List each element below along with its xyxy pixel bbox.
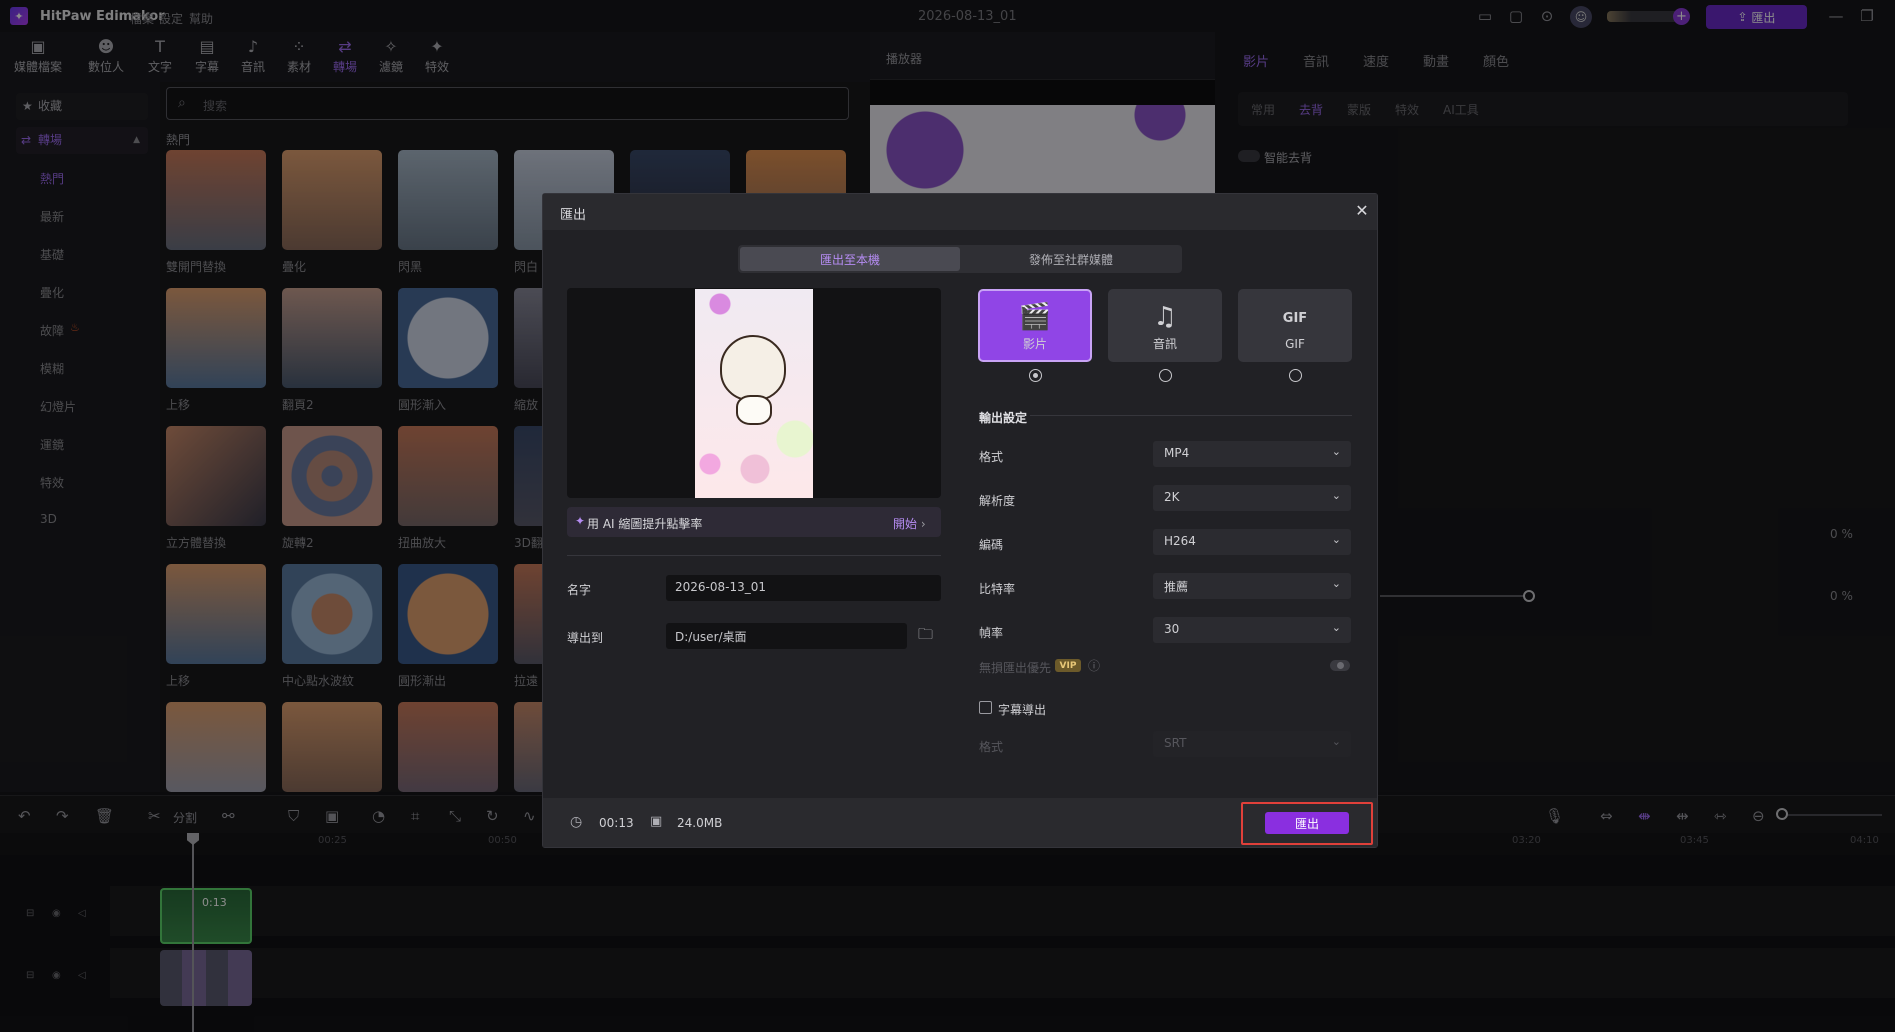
- select-value: H264: [1164, 534, 1196, 548]
- subtitle-export-checkbox[interactable]: [979, 701, 992, 714]
- cat-character-image: [720, 335, 786, 401]
- dialog-title: 匯出: [560, 208, 587, 223]
- select-value: SRT: [1164, 736, 1187, 750]
- sparkle-icon: ✦: [575, 514, 586, 528]
- format-label: GIF: [1285, 336, 1305, 351]
- tab-export-local[interactable]: 匯出至本機: [740, 247, 960, 271]
- export-button[interactable]: 匯出: [1265, 812, 1349, 834]
- format-label: 音訊: [1152, 337, 1177, 351]
- ai-start-link[interactable]: 開始 ›: [893, 515, 926, 532]
- export-duration: 00:13: [599, 816, 634, 830]
- format-card-audio[interactable]: ♫ 音訊: [1108, 289, 1222, 362]
- resolution-select[interactable]: 2K ⌄: [1153, 485, 1351, 511]
- video-icon: 🎬: [1018, 302, 1052, 332]
- setting-label: 幀率: [979, 626, 1004, 640]
- folder-icon[interactable]: 🗀: [918, 624, 933, 649]
- export-path-input[interactable]: D:/user/桌面: [666, 623, 907, 649]
- ai-thumbnail-text: 用 AI 縮圖提升點擊率: [587, 517, 703, 531]
- gif-icon: GIF: [1282, 310, 1308, 326]
- radio-audio[interactable]: [1159, 369, 1172, 382]
- toggle-knob: [1337, 662, 1344, 669]
- ai-start-label: 開始: [893, 517, 918, 531]
- subtitle-format-label: 格式: [979, 740, 1004, 754]
- radio-gif[interactable]: [1289, 369, 1302, 382]
- framerate-select[interactable]: 30 ⌄: [1153, 617, 1351, 643]
- vip-badge: VIP: [1055, 659, 1081, 672]
- setting-label: 解析度: [979, 494, 1016, 508]
- chevron-down-icon: ⌄: [1331, 621, 1341, 634]
- close-icon[interactable]: ✕: [1352, 200, 1372, 220]
- lossless-label: 無損匯出優先: [979, 661, 1052, 675]
- dialog-header: [543, 194, 1377, 230]
- setting-label: 格式: [979, 450, 1004, 464]
- setting-label: 比特率: [979, 582, 1016, 596]
- divider: [567, 555, 941, 556]
- export-path-label: 導出到: [567, 631, 604, 645]
- select-value: 2K: [1164, 490, 1180, 504]
- format-select[interactable]: MP4 ⌄: [1153, 441, 1351, 467]
- select-value: 30: [1164, 622, 1180, 636]
- file-size-icon: ▣: [650, 814, 663, 829]
- clock-icon: ◷: [570, 814, 583, 830]
- chevron-down-icon: ⌄: [1331, 489, 1341, 502]
- format-label: 影片: [1022, 337, 1047, 351]
- chevron-down-icon: ⌄: [1331, 577, 1341, 590]
- name-input[interactable]: 2026-08-13_01: [666, 575, 941, 601]
- select-value: 推薦: [1164, 580, 1189, 594]
- chevron-down-icon: ⌄: [1331, 533, 1341, 546]
- setting-label: 編碼: [979, 538, 1004, 552]
- chevron-down-icon: ⌄: [1331, 445, 1341, 458]
- subtitle-export-label: 字幕導出: [998, 703, 1047, 717]
- output-settings-title: 輸出設定: [979, 411, 1028, 425]
- subtitle-format-select: SRT ⌄: [1153, 731, 1351, 757]
- cat-body-image: [736, 395, 772, 425]
- radio-video[interactable]: [1029, 369, 1042, 382]
- bitrate-select[interactable]: 推薦 ⌄: [1153, 573, 1351, 599]
- tab-publish-social[interactable]: 發佈至社群媒體: [962, 247, 1180, 271]
- codec-select[interactable]: H264 ⌄: [1153, 529, 1351, 555]
- divider: [1030, 415, 1352, 416]
- format-card-gif[interactable]: GIF GIF: [1238, 289, 1352, 362]
- info-icon[interactable]: ⓘ: [1088, 657, 1100, 674]
- music-note-icon: ♫: [1153, 302, 1177, 332]
- select-value: MP4: [1164, 446, 1190, 460]
- chevron-right-icon: ›: [917, 517, 926, 531]
- chevron-down-icon: ⌄: [1331, 735, 1341, 748]
- export-file-size: 24.0MB: [677, 816, 723, 830]
- format-card-video[interactable]: 🎬 影片: [978, 289, 1092, 362]
- name-label: 名字: [567, 583, 592, 597]
